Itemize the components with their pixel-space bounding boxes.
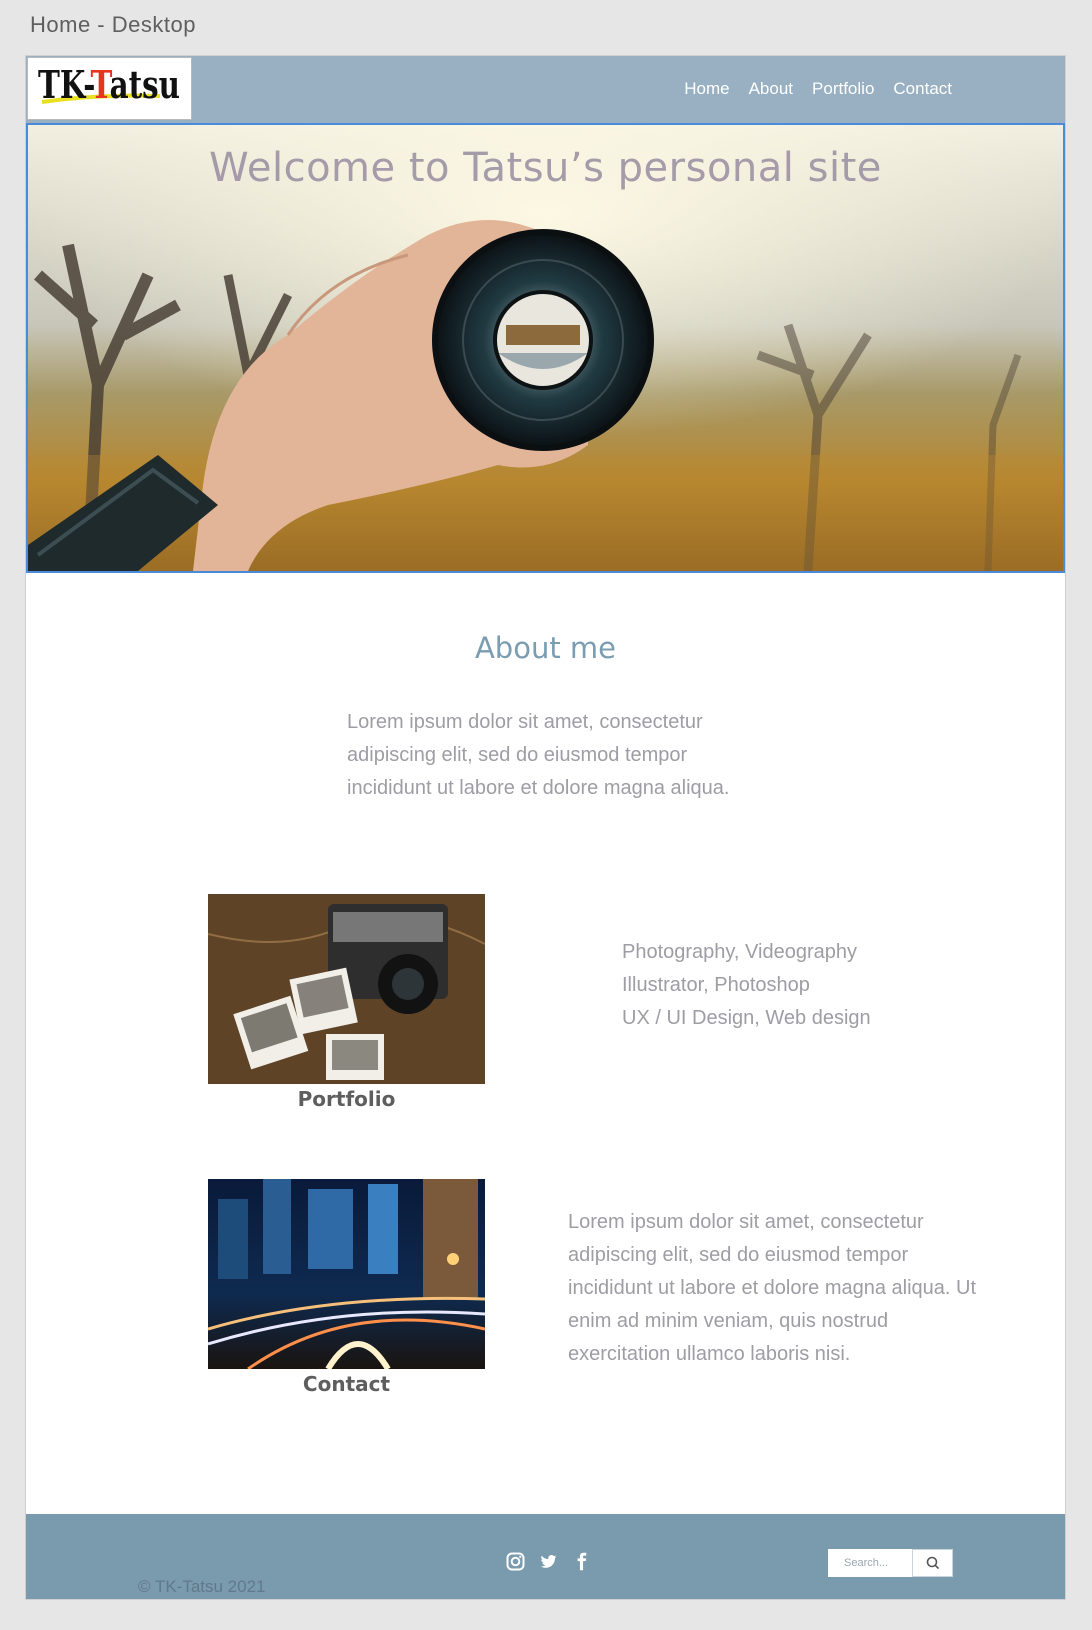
site-logo[interactable]: TK-Tatsu (27, 57, 192, 120)
instagram-icon[interactable] (506, 1552, 525, 1571)
hero-title: Welcome to Tatsu’s personal site (209, 145, 882, 191)
hero-banner: Welcome to Tatsu’s personal site (26, 123, 1065, 573)
search-input[interactable] (828, 1549, 912, 1577)
page: TK-Tatsu Home About Portfolio Contact (25, 55, 1066, 1600)
search-box (828, 1549, 953, 1577)
contact-image[interactable] (208, 1179, 485, 1369)
portfolio-image[interactable] (208, 894, 485, 1084)
skill-line: UX / UI Design, Web design (622, 1007, 871, 1029)
nav-portfolio[interactable]: Portfolio (812, 79, 874, 99)
nav-home[interactable]: Home (684, 79, 729, 99)
portfolio-caption[interactable]: Portfolio (208, 1087, 485, 1111)
copyright: © TK-Tatsu 2021 (138, 1577, 266, 1596)
facebook-icon[interactable] (572, 1552, 591, 1571)
nav-contact[interactable]: Contact (893, 79, 952, 99)
contact-caption[interactable]: Contact (208, 1372, 485, 1396)
search-button[interactable] (912, 1549, 953, 1577)
main-nav: Home About Portfolio Contact (684, 79, 952, 99)
site-header: TK-Tatsu Home About Portfolio Contact (26, 56, 1065, 123)
about-text: Lorem ipsum dolor sit amet, consectetur … (347, 711, 730, 799)
social-links (506, 1552, 591, 1571)
nav-about[interactable]: About (749, 79, 793, 99)
twitter-icon[interactable] (539, 1552, 558, 1571)
svg-text:TK-Tatsu: TK-Tatsu (38, 62, 180, 107)
about-heading: About me (474, 631, 617, 665)
skill-line: Photography, Videography (622, 941, 857, 963)
skill-line: Illustrator, Photoshop (622, 974, 810, 996)
contact-text: Lorem ipsum dolor sit amet, consectetur … (568, 1211, 977, 1365)
hero-image (28, 125, 1063, 571)
skills-list: Photography, Videography Illustrator, Ph… (622, 936, 871, 1035)
artboard-label: Home - Desktop (30, 12, 196, 37)
search-icon (926, 1556, 939, 1570)
site-footer: © TK-Tatsu 2021 (26, 1514, 1065, 1599)
